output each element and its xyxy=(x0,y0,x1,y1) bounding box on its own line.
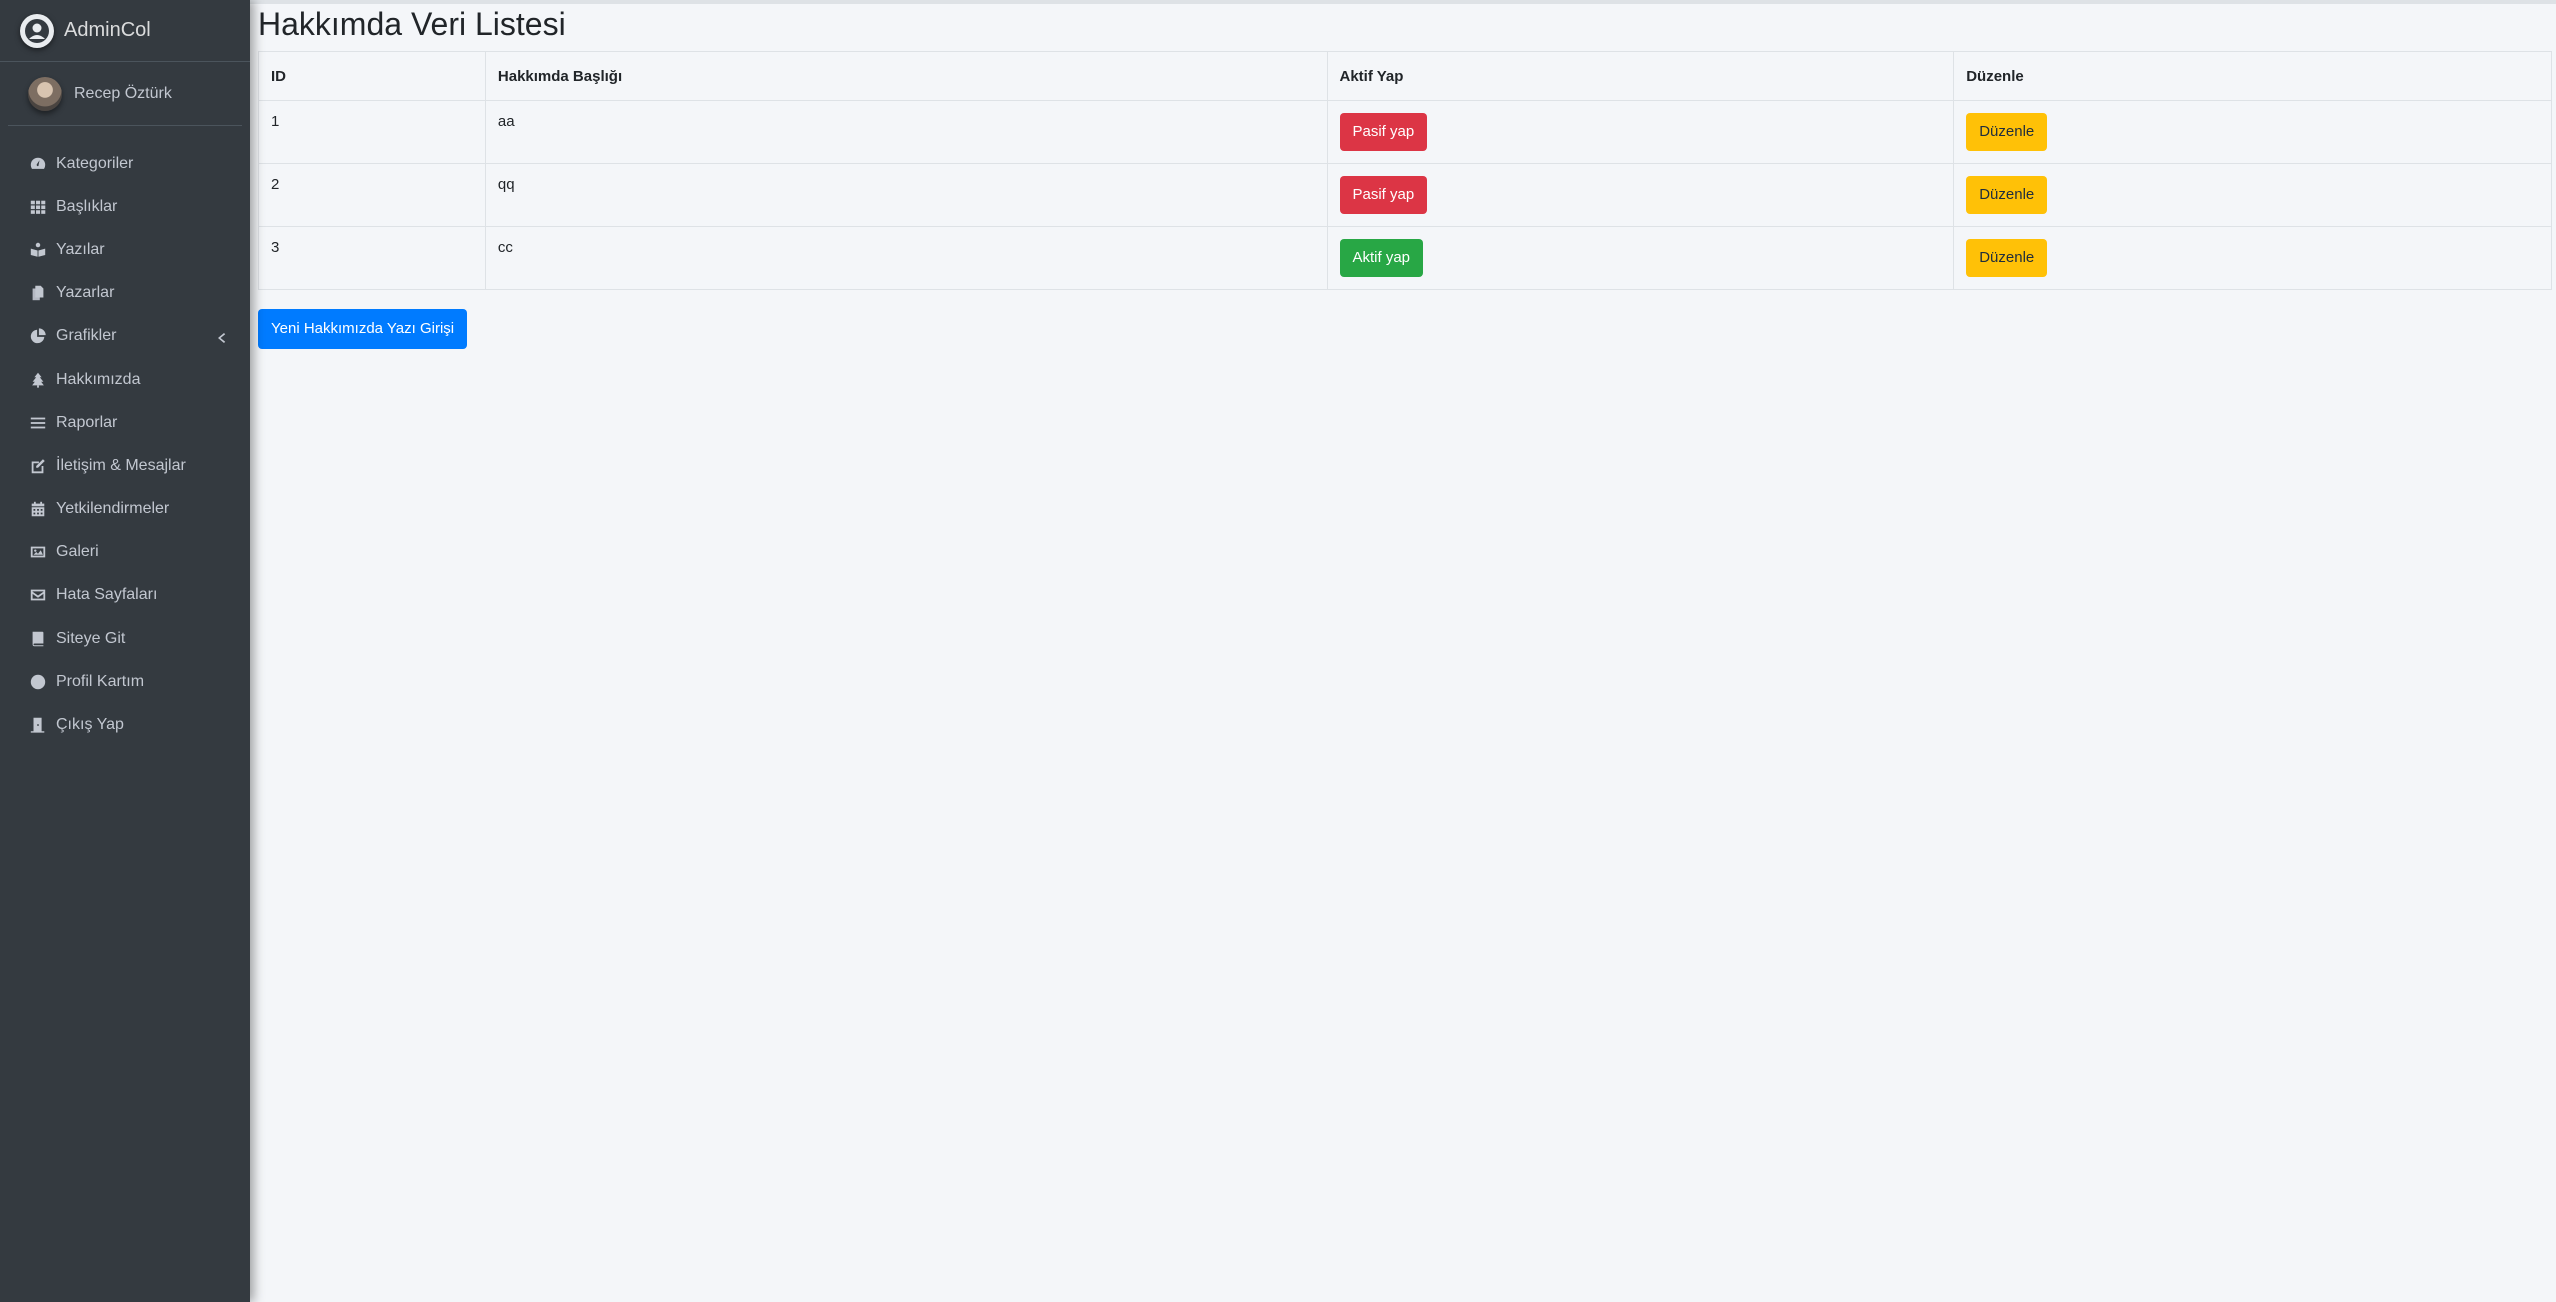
user-panel[interactable]: Recep Öztürk xyxy=(8,62,242,126)
cell-id: 2 xyxy=(258,163,486,227)
column-header-edit: Düzenle xyxy=(1953,51,2552,101)
edit-button[interactable]: Düzenle xyxy=(1966,113,2048,151)
sidebar-item-hakkimizda[interactable]: Hakkımızda xyxy=(0,358,250,401)
door-icon xyxy=(28,715,48,735)
cell-title: aa xyxy=(484,100,1328,164)
sidebar-item-label: Kategoriler xyxy=(56,154,134,172)
edit-button[interactable]: Düzenle xyxy=(1966,239,2048,277)
sidebar-item-yetkilendirmeler[interactable]: Yetkilendirmeler xyxy=(0,488,250,531)
sidebar-item-basliklar[interactable]: Başlıklar xyxy=(0,185,250,228)
table-row: 1 aa Pasif yap Düzenle xyxy=(258,100,2552,164)
brand-name: AdminCol xyxy=(64,19,151,41)
sidebar-item-label: Hata Sayfaları xyxy=(56,586,158,604)
brand-logo-icon xyxy=(20,13,54,48)
table-header-row: ID Hakkımda Başlığı Aktif Yap Düzenle xyxy=(258,51,2552,101)
sidebar: AdminCol Recep Öztürk Kategoriler Başlık… xyxy=(0,0,250,1302)
sidebar-item-label: Siteye Git xyxy=(56,629,126,647)
calendar-icon xyxy=(28,499,48,519)
sidebar-item-yazilar[interactable]: Yazılar xyxy=(0,228,250,271)
cell-edit: Düzenle xyxy=(1953,163,2552,227)
cell-status: Pasif yap xyxy=(1326,163,1955,227)
cell-edit: Düzenle xyxy=(1953,100,2552,164)
sidebar-item-raporlar[interactable]: Raporlar xyxy=(0,401,250,444)
sidebar-item-label: Hakkımızda xyxy=(56,370,141,388)
cell-edit: Düzenle xyxy=(1953,226,2552,290)
sidebar-item-label: Yazılar xyxy=(56,240,105,258)
tree-icon xyxy=(28,370,48,390)
sidebar-item-label: Galeri xyxy=(56,543,99,561)
edit-button[interactable]: Düzenle xyxy=(1966,176,2048,214)
image-icon xyxy=(28,542,48,562)
sidebar-item-label: Raporlar xyxy=(56,413,118,431)
data-table-container: ID Hakkımda Başlığı Aktif Yap Düzenle 1 … xyxy=(258,51,2552,290)
activate-button[interactable]: Aktif yap xyxy=(1339,239,1424,277)
page-title: Hakkımda Veri Listesi xyxy=(258,6,566,42)
cell-id: 3 xyxy=(258,226,486,290)
chevron-left-icon[interactable] xyxy=(216,331,226,344)
sidebar-nav: Kategoriler Başlıklar Yazılar Yazarlar G… xyxy=(0,142,250,747)
cell-id: 1 xyxy=(258,100,486,164)
sidebar-item-grafikler[interactable]: Grafikler xyxy=(0,315,250,358)
cell-status: Aktif yap xyxy=(1326,226,1955,290)
circle-icon xyxy=(28,672,48,692)
new-about-entry-button[interactable]: Yeni Hakkımızda Yazı Girişi xyxy=(258,309,468,349)
sidebar-item-label: Yazarlar xyxy=(56,284,115,302)
pie-chart-icon xyxy=(28,326,48,346)
edit-icon xyxy=(28,456,48,476)
sidebar-item-label: Profil Kartım xyxy=(56,672,145,690)
sidebar-item-hata-sayfalari[interactable]: Hata Sayfaları xyxy=(0,574,250,617)
gauge-icon xyxy=(28,154,48,174)
envelope-icon xyxy=(28,585,48,605)
list-icon xyxy=(28,413,48,433)
sidebar-item-label: Grafikler xyxy=(56,327,117,345)
sidebar-item-label: Çıkış Yap xyxy=(56,716,124,734)
sidebar-item-cikis-yap[interactable]: Çıkış Yap xyxy=(0,703,250,746)
sidebar-item-yazarlar[interactable]: Yazarlar xyxy=(0,272,250,315)
sidebar-item-label: Başlıklar xyxy=(56,197,118,215)
column-header-title: Hakkımda Başlığı xyxy=(484,51,1328,101)
table-row: 3 cc Aktif yap Düzenle xyxy=(258,226,2552,290)
column-header-id: ID xyxy=(258,51,486,101)
main-content: Hakkımda Veri Listesi ID Hakkımda Başlığ… xyxy=(250,0,2556,1302)
column-header-status: Aktif Yap xyxy=(1326,51,1955,101)
deactivate-button[interactable]: Pasif yap xyxy=(1339,176,1428,214)
reader-icon xyxy=(28,240,48,260)
data-table: ID Hakkımda Başlığı Aktif Yap Düzenle 1 … xyxy=(258,51,2552,290)
table-row: 2 qq Pasif yap Düzenle xyxy=(258,163,2552,227)
copy-icon xyxy=(28,283,48,303)
cell-title: qq xyxy=(484,163,1328,227)
sidebar-item-kategoriler[interactable]: Kategoriler xyxy=(0,142,250,185)
sidebar-item-label: İletişim & Mesajlar xyxy=(56,456,186,474)
avatar xyxy=(28,76,62,111)
deactivate-button[interactable]: Pasif yap xyxy=(1339,113,1428,151)
user-name[interactable]: Recep Öztürk xyxy=(74,85,172,103)
book-icon xyxy=(28,629,48,649)
sidebar-item-profil-kartim[interactable]: Profil Kartım xyxy=(0,660,250,703)
sidebar-item-siteye-git[interactable]: Siteye Git xyxy=(0,617,250,660)
cell-title: cc xyxy=(484,226,1328,290)
cell-status: Pasif yap xyxy=(1326,100,1955,164)
grid-icon xyxy=(28,197,48,217)
sidebar-item-iletisim[interactable]: İletişim & Mesajlar xyxy=(0,444,250,487)
sidebar-item-galeri[interactable]: Galeri xyxy=(0,531,250,574)
brand-link[interactable]: AdminCol xyxy=(0,0,250,62)
sidebar-item-label: Yetkilendirmeler xyxy=(56,500,170,518)
